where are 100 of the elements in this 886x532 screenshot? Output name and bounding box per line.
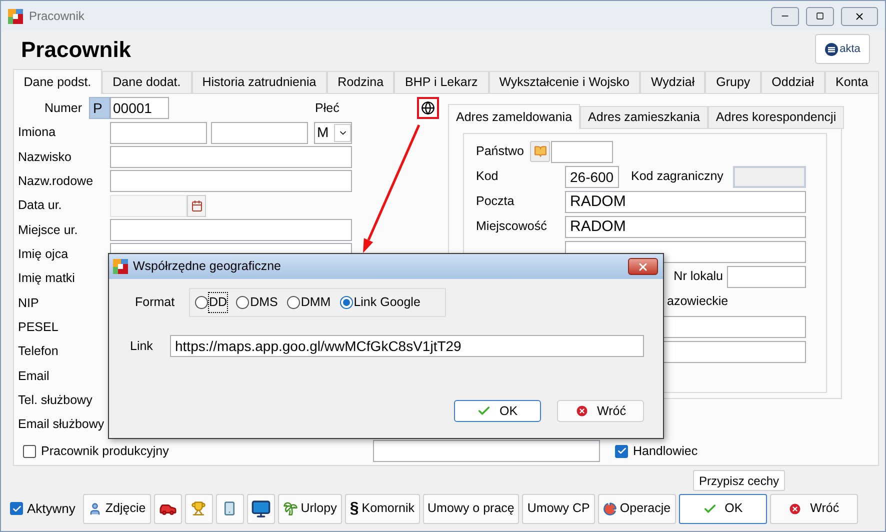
number-field[interactable]: 00001	[110, 97, 169, 120]
field-label: Imiona	[18, 124, 57, 142]
gender-value: M	[317, 123, 329, 142]
tab[interactable]: Konta	[824, 71, 879, 94]
field-label: Data ur.	[18, 197, 63, 214]
text-field[interactable]: RADOM	[565, 190, 806, 212]
check-icon	[702, 502, 717, 516]
text-field[interactable]	[110, 218, 352, 241]
checkbox[interactable]	[23, 444, 36, 458]
dialog-title: Współrzędne geograficzne	[133, 258, 281, 276]
format-radio[interactable]: DD	[195, 293, 228, 312]
field-label: Płeć	[315, 100, 340, 117]
close-icon	[637, 260, 649, 272]
phone-icon	[222, 501, 238, 516]
tab[interactable]: Rodzina	[326, 71, 394, 94]
tab[interactable]: Wydział	[640, 71, 706, 94]
toolbar-button[interactable]: OK	[678, 494, 767, 524]
format-radio[interactable]: DMM	[286, 293, 331, 312]
unit-number-field[interactable]	[727, 266, 806, 288]
field-label: Telefon	[18, 343, 60, 360]
app-icon	[113, 259, 128, 274]
text-field[interactable]	[110, 170, 352, 192]
toolbar-icon-button[interactable]	[216, 494, 244, 524]
minimize-button[interactable]	[771, 6, 799, 26]
address-tab[interactable]: Adres zameldowania	[448, 104, 580, 129]
address-tab[interactable]: Adres zamieszkania	[580, 106, 708, 129]
tab[interactable]: Historia zatrudnienia	[192, 71, 327, 94]
checkbox-label: Pracownik produkcyjny	[41, 442, 169, 460]
link-field[interactable]: https://maps.app.goo.gl/wwMCfGkC8sV1jtT29	[170, 335, 644, 357]
toolbar-button[interactable]: § Komornik	[344, 494, 420, 524]
close-button[interactable]	[841, 6, 878, 26]
checkbox-label: Handlowiec	[633, 442, 698, 460]
second-name-field[interactable]	[211, 122, 308, 144]
field-label: Imię matki	[18, 270, 76, 288]
tab[interactable]: BHP i Lekarz	[394, 71, 488, 94]
toolbar-icon-button[interactable]	[154, 494, 182, 524]
checkbox[interactable]	[10, 502, 23, 515]
globe-icon	[421, 101, 436, 116]
app-icon	[8, 8, 23, 24]
toolbar-button[interactable]: Operacje	[598, 494, 676, 524]
cancel-icon	[788, 502, 802, 516]
prefix-label: P	[89, 97, 110, 120]
calendar-button[interactable]	[187, 194, 206, 217]
format-label: Format	[135, 294, 176, 312]
section-icon: §	[350, 500, 359, 516]
field-label: Nazwisko	[18, 148, 72, 166]
format-radio[interactable]: Link Google	[340, 293, 420, 312]
format-radio[interactable]: DMS	[236, 293, 278, 312]
pie-chart-icon	[602, 502, 617, 516]
monitor-icon	[250, 498, 271, 518]
checkbox[interactable]	[615, 444, 628, 458]
field-label: Kod zagraniczny	[631, 168, 724, 186]
tab[interactable]: Dane podst.	[13, 69, 102, 94]
field-label: Poczta	[476, 193, 516, 210]
foreign-code-field[interactable]	[733, 166, 806, 188]
dialog-button[interactable]: OK	[454, 400, 541, 422]
tab[interactable]: Dane dodat.	[102, 71, 192, 94]
toolbar-button[interactable]: Umowy o pracę	[422, 494, 520, 524]
region-text: azowieckie	[667, 293, 728, 310]
globe-button[interactable]	[417, 97, 440, 120]
field-label: NIP	[18, 294, 40, 312]
text-field[interactable]: RADOM	[565, 216, 806, 238]
field-label: Email służbowy	[18, 416, 106, 434]
field-label: Miejscowość	[476, 218, 548, 236]
address-tab[interactable]: Adres korespondencji	[708, 106, 844, 129]
tab[interactable]: Oddział	[760, 71, 825, 94]
link-label: Link	[130, 338, 154, 355]
tab[interactable]: Wykształcenie i Wojsko	[488, 71, 640, 94]
maximize-button[interactable]	[806, 6, 834, 26]
postcode-field[interactable]: 26-600	[565, 166, 619, 188]
logo-button[interactable]: akta	[815, 34, 870, 64]
gender-select[interactable]: M	[314, 122, 352, 144]
trophy-icon	[191, 501, 206, 516]
close-icon	[854, 10, 865, 22]
field-label: Państwo	[476, 143, 525, 160]
maximize-icon	[816, 12, 824, 20]
first-name-field[interactable]	[110, 122, 207, 144]
field-label: Kod	[476, 168, 500, 186]
text-field[interactable]	[373, 440, 600, 462]
person-icon	[88, 502, 102, 516]
logo-icon	[824, 42, 838, 56]
toolbar-button[interactable]: Wróć	[770, 494, 858, 524]
country-field[interactable]	[551, 140, 613, 162]
toolbar-button[interactable]: Umowy CP	[522, 494, 595, 524]
calendar-icon	[190, 200, 202, 212]
toolbar-button[interactable]: Zdjęcie	[83, 494, 151, 524]
close-button[interactable]	[628, 258, 658, 275]
field-label: PESEL	[18, 319, 60, 336]
country-picker-button[interactable]	[530, 141, 550, 162]
assign-features-button[interactable]: Przypisz cechy	[693, 470, 786, 491]
toolbar-button[interactable]: Urlopy	[278, 494, 342, 524]
tab[interactable]: Grupy	[705, 71, 761, 94]
text-field[interactable]	[110, 146, 352, 168]
date-field[interactable]	[110, 194, 187, 217]
dialog-button[interactable]: Wróć	[557, 400, 644, 422]
field-label: Nr lokalu	[674, 268, 723, 286]
field-label: Imię ojca	[18, 246, 70, 263]
cancel-icon	[575, 404, 590, 418]
palm-tree-icon	[282, 501, 298, 516]
toolbar-icon-button[interactable]	[246, 494, 275, 524]
